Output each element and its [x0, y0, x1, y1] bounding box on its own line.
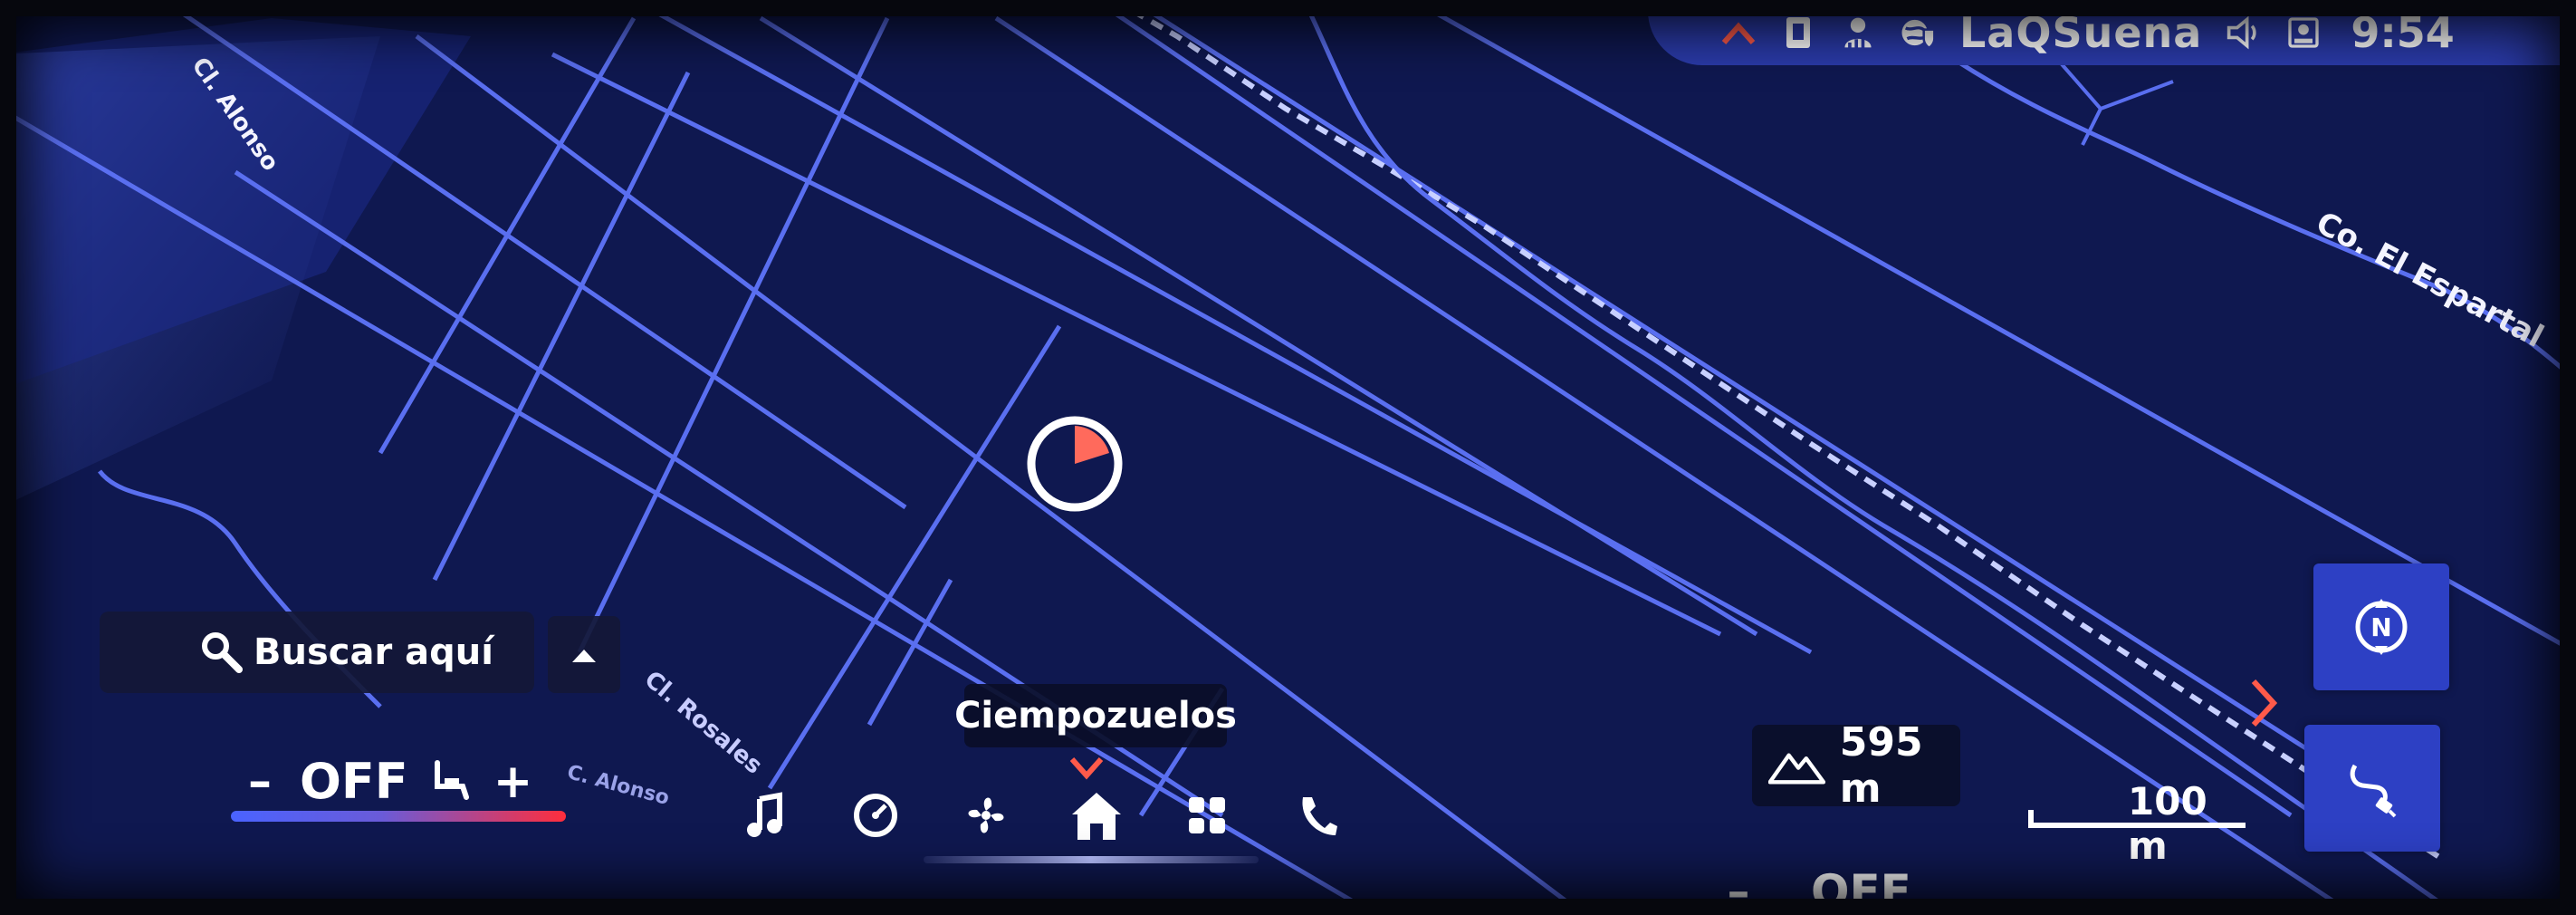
music-icon[interactable] [733, 784, 797, 847]
speaker-icon[interactable] [2226, 14, 2262, 51]
map-scale: 100 m [2024, 779, 2250, 868]
network-name: LaQSuena [1959, 8, 2203, 57]
search-options-button[interactable] [548, 616, 620, 693]
climate-control-right: – OFF [1720, 865, 2155, 915]
card-icon [1780, 14, 1816, 51]
profile-icon[interactable] [2285, 14, 2322, 51]
clock: 9:54 [2351, 8, 2455, 57]
search-button[interactable]: Buscar aquí [100, 612, 534, 693]
chevron-right-icon[interactable] [2250, 678, 2277, 728]
search-label: Buscar aquí [254, 631, 493, 673]
elevation-value: 595 m [1839, 719, 1923, 812]
vehicle-position-marker [1027, 416, 1123, 512]
temp-state[interactable]: OFF [300, 753, 408, 810]
phone-icon[interactable] [1286, 784, 1349, 847]
apps-grid-icon[interactable] [1175, 784, 1239, 847]
home-icon[interactable] [1065, 784, 1128, 847]
temp-decrease-button-right[interactable]: – [1720, 865, 1757, 915]
fan-icon[interactable] [954, 784, 1018, 847]
chevron-up-icon[interactable] [1720, 14, 1757, 51]
elevation-display: 595 m [1752, 719, 1960, 812]
svg-text:N: N [2370, 612, 2391, 642]
status-bar: LaQSuena 9:54 [1648, 0, 2576, 65]
temperature-gradient-bar [231, 811, 566, 822]
ev-charging-button[interactable] [2304, 725, 2440, 852]
search-icon [199, 630, 244, 679]
globe-shield-icon [1900, 14, 1936, 51]
caret-up-icon [572, 649, 596, 662]
current-city-label[interactable]: Ciempozuelos [954, 684, 1237, 747]
user-signal-icon [1840, 14, 1876, 51]
north-compass-icon: N [2355, 599, 2408, 655]
mountain-icon [1768, 753, 1825, 785]
temp-decrease-button[interactable]: – [242, 755, 278, 809]
temp-increase-button[interactable]: + [493, 755, 533, 809]
app-dock [715, 761, 1367, 870]
gauge-icon[interactable] [844, 784, 907, 847]
scale-bar [2028, 823, 2246, 828]
seat-heat-icon[interactable] [430, 759, 472, 804]
temp-state-right[interactable]: OFF [1811, 865, 1911, 915]
infotainment-screen: Cl. Alonso Co. El Espartal Cl. Rosales C… [0, 0, 2576, 915]
active-tab-indicator [924, 856, 1259, 863]
compass-button[interactable]: N [2313, 563, 2449, 690]
charging-plug-icon [2350, 764, 2397, 818]
